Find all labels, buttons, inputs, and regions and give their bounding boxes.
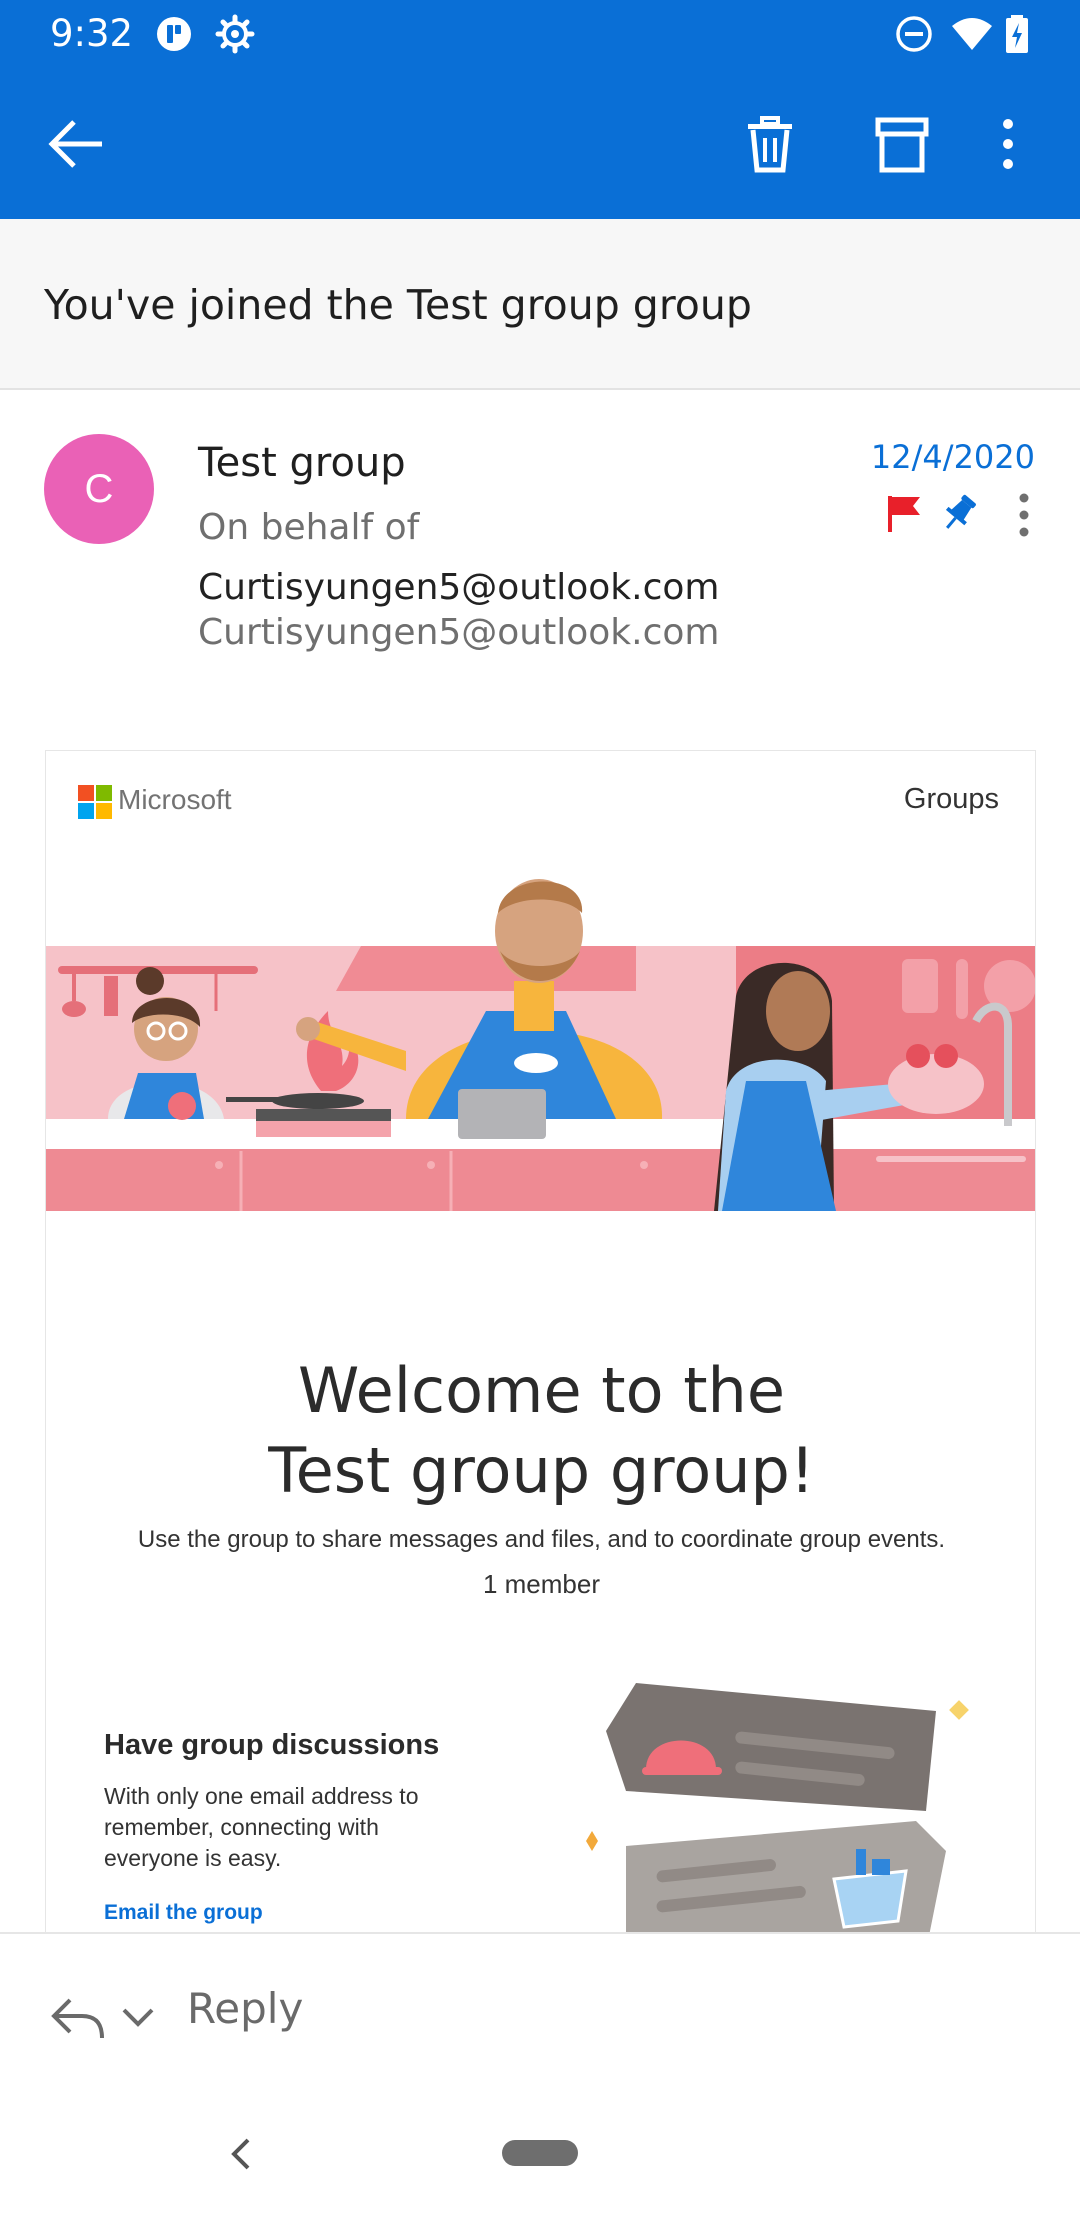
microsoft-logo-icon (78, 785, 112, 819)
groups-label: Groups (903, 783, 999, 815)
more-vert-icon[interactable] (988, 112, 1028, 176)
system-nav-bar (0, 2094, 1080, 2220)
message-date: 12/4/2020 (870, 438, 1035, 476)
email-group-link[interactable]: Email the group (104, 1901, 263, 1925)
pin-icon[interactable] (938, 492, 980, 534)
sender-avatar[interactable]: C (44, 434, 154, 544)
on-behalf-address[interactable]: Curtisyungen5@outlook.com (198, 567, 719, 608)
nav-back-icon[interactable] (226, 2134, 256, 2174)
group-description: Use the group to share messages and file… (137, 1526, 946, 1553)
do-not-disturb-icon (896, 16, 932, 52)
member-count: 1 member (482, 1569, 601, 1599)
app-notification-icon (157, 17, 191, 51)
subject-band: You've joined the Test group group (0, 219, 1080, 390)
welcome-line2: Test group group! (268, 1434, 815, 1507)
sender-email[interactable]: Curtisyungen5@outlook.com (198, 612, 719, 653)
chevron-down-icon[interactable] (120, 2002, 156, 2032)
welcome-heading: Welcome to the Test group group! (46, 1351, 1035, 1511)
message-subject: You've joined the Test group group (44, 281, 752, 329)
discussion-title: Have group discussions (104, 1729, 440, 1761)
sender-name[interactable]: Test group (198, 440, 406, 486)
welcome-line1: Welcome to the (297, 1354, 785, 1427)
back-arrow-icon[interactable] (44, 112, 108, 176)
status-time: 9:32 (50, 12, 134, 55)
nav-home-pill[interactable] (502, 2140, 578, 2166)
brand-name: Microsoft (118, 784, 232, 815)
email-body: Microsoft Groups Welcome to the Test gro… (45, 750, 1036, 1940)
flag-icon[interactable] (886, 494, 922, 534)
reply-icon[interactable] (50, 1994, 106, 2042)
kitchen-illustration (46, 879, 1035, 1211)
status-bar: 9:32 (0, 0, 1080, 66)
on-behalf-prefix: On behalf of (198, 507, 420, 548)
reply-bar[interactable]: Reply (0, 1934, 1080, 2094)
archive-icon[interactable] (870, 112, 934, 176)
discussion-illustration (586, 1683, 969, 1939)
delete-icon[interactable] (738, 112, 802, 176)
battery-charging-icon (1006, 15, 1028, 53)
reply-button[interactable]: Reply (187, 1984, 303, 2033)
app-header: 9:32 (0, 0, 1080, 219)
wifi-icon (952, 18, 992, 50)
discussion-text: With only one email address to remember,… (104, 1783, 419, 1871)
message-more-icon[interactable] (1006, 490, 1042, 540)
settings-icon (215, 14, 255, 54)
on-behalf-line: On behalf of Curtisyungen5@outlook.com (198, 498, 848, 618)
